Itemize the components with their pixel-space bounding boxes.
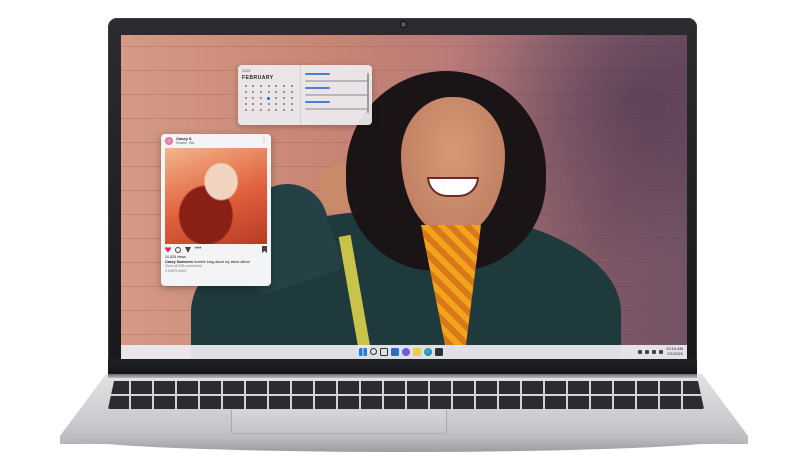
post-caption-block: 10,528 views Casey Summers humble brag a… [161,255,271,273]
keyboard[interactable] [108,381,704,409]
calendar-widget[interactable]: 2021 FEBRUARY [238,65,372,125]
comment-icon[interactable] [175,246,181,253]
edge-icon[interactable] [424,348,432,356]
taskbar-clock[interactable]: 10:15 AM 2/1/2021 [666,346,683,356]
task-view-icon[interactable] [380,348,388,356]
post-age: 4 DAYS AGO [165,268,187,273]
post-views: 10,528 views [165,255,186,259]
widgets-icon[interactable] [391,348,399,356]
windows-start-icon[interactable] [359,348,367,356]
clock-date: 2/1/2021 [667,350,683,356]
post-image[interactable] [165,148,267,244]
calendar-day-grid[interactable] [242,84,296,113]
battery-icon[interactable] [659,349,664,354]
calendar-agenda[interactable] [300,65,372,125]
laptop-front-edge [60,436,748,452]
calendar-month-view: 2021 FEBRUARY [238,65,300,125]
caption-text: humble brag about my latest album [193,259,251,264]
post-location: Seattle, WA [176,141,195,145]
calendar-month: FEBRUARY [242,75,274,81]
calendar-year: 2021 [242,68,251,73]
avatar[interactable] [165,137,173,145]
social-post-widget[interactable]: Casey S Seattle, WA ⋮ ••• 10,528 views C… [161,134,271,286]
bookmark-icon[interactable] [262,246,267,253]
wifi-icon[interactable] [645,349,650,354]
calendar-scrollbar[interactable] [367,73,369,113]
store-icon[interactable] [435,348,443,356]
taskbar-apps [359,348,443,356]
webcam-icon [401,22,406,27]
laptop-screen: 2021 FEBRUARY Casey S Seattle, WA ⋮ ••• … [121,35,687,359]
more-options-icon[interactable]: ⋮ [261,138,267,144]
file-explorer-icon[interactable] [413,348,421,356]
taskbar: 10:15 AM 2/1/2021 [121,345,687,359]
post-header: Casey S Seattle, WA ⋮ [161,134,271,148]
system-tray: 10:15 AM 2/1/2021 [638,346,683,356]
share-icon[interactable] [185,246,191,253]
caption-user[interactable]: Casey Summers [165,260,193,264]
touchpad[interactable] [231,410,447,434]
chevron-up-icon[interactable] [638,349,643,354]
laptop-hinge [108,374,697,378]
post-actions: ••• [161,244,271,255]
chat-icon[interactable] [402,348,410,356]
volume-icon[interactable] [652,349,657,354]
ellipsis-icon[interactable]: ••• [195,246,205,253]
heart-icon[interactable] [165,246,171,253]
search-icon[interactable] [370,348,377,355]
